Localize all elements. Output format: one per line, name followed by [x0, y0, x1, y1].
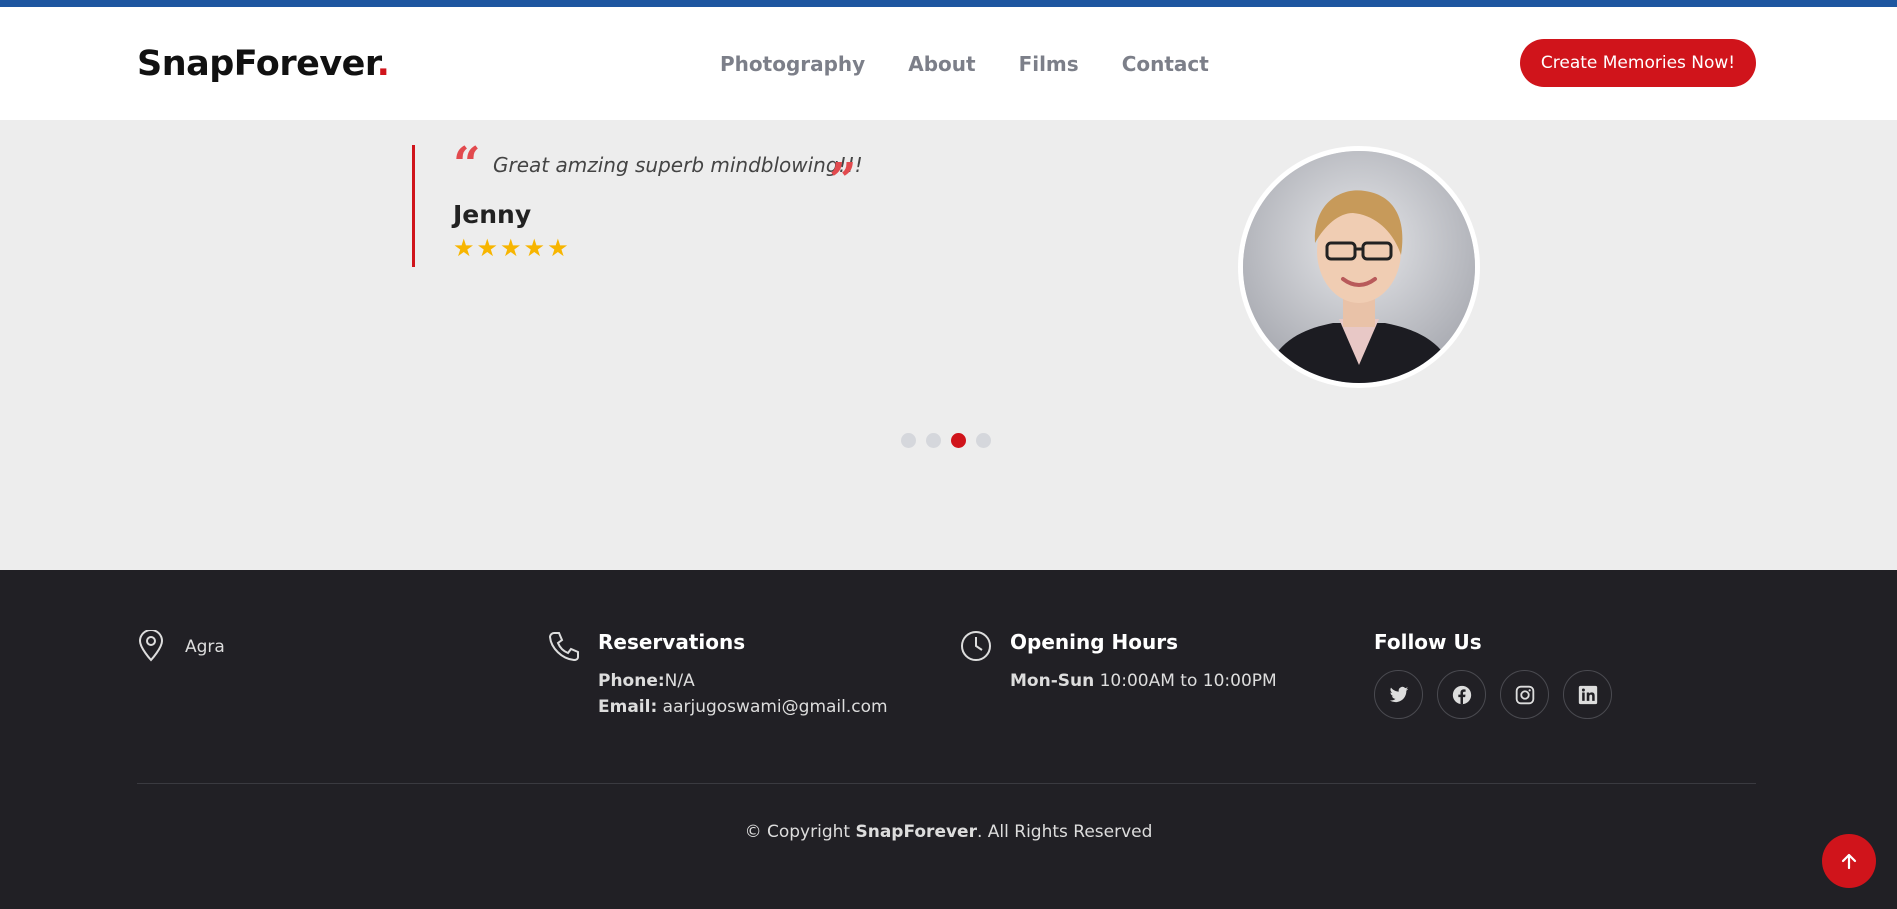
hours-line: Mon-Sun 10:00AM to 10:00PM [1010, 668, 1277, 694]
testimonial-slider: “ Great amzing superb mindblowing!!! ” J… [0, 120, 1897, 570]
slider-dots [901, 433, 991, 448]
nav-contact[interactable]: Contact [1122, 52, 1209, 76]
hours-heading: Opening Hours [1010, 630, 1178, 654]
star-icon: ★ [547, 235, 569, 262]
copyright-brand: SnapForever [855, 822, 977, 842]
testimonial-card: “ Great amzing superb mindblowing!!! ” J… [412, 141, 863, 267]
testimonial-avatar [1238, 146, 1480, 388]
facebook-icon[interactable] [1437, 670, 1486, 719]
star-icon: ★ [523, 235, 546, 262]
slider-dot[interactable] [976, 433, 991, 448]
site-footer: Agra Reservations Phone:N/A Email: aarju… [0, 570, 1897, 909]
copyright-prefix: © Copyright [744, 822, 851, 842]
create-memories-button[interactable]: Create Memories Now! [1520, 39, 1756, 87]
top-accent-bar [0, 0, 1897, 7]
reservations-heading: Reservations [598, 630, 746, 654]
phone-icon [548, 632, 579, 662]
footer-divider [137, 783, 1756, 784]
star-rating: ★ ★ ★ ★ ★ [453, 237, 569, 261]
star-icon: ★ [453, 235, 475, 262]
follow-heading: Follow Us [1374, 630, 1482, 654]
email-label: Email: [598, 697, 658, 717]
slider-dot-active[interactable] [951, 433, 966, 448]
testimonial-name: Jenny [453, 200, 532, 229]
clock-icon [961, 631, 991, 661]
hours-time: 10:00AM to 10:00PM [1099, 671, 1277, 691]
hours-days: Mon-Sun [1010, 671, 1095, 691]
email-line: Email: aarjugoswami@gmail.com [598, 694, 888, 720]
copyright: © Copyright SnapForever. All Rights Rese… [0, 822, 1897, 842]
phone-line: Phone:N/A [598, 668, 888, 694]
social-links [1374, 670, 1612, 719]
site-header: SnapForever. Photography About Films Con… [0, 7, 1897, 120]
arrow-up-icon [1841, 853, 1857, 870]
quote-close-icon: ” [829, 153, 857, 209]
star-icon: ★ [500, 235, 522, 262]
slider-dot[interactable] [926, 433, 941, 448]
site-logo[interactable]: SnapForever. [137, 44, 390, 84]
slider-dot[interactable] [901, 433, 916, 448]
testimonial-quote: Great amzing superb mindblowing!!! [493, 153, 863, 177]
twitter-icon[interactable] [1374, 670, 1423, 719]
quote-open-icon: “ [453, 137, 481, 193]
map-pin-icon [138, 630, 164, 662]
nav-films[interactable]: Films [1019, 52, 1079, 76]
copyright-suffix: . All Rights Reserved [976, 822, 1153, 842]
star-icon: ★ [476, 235, 499, 262]
instagram-icon[interactable] [1500, 670, 1549, 719]
scroll-to-top-button[interactable] [1822, 834, 1876, 888]
logo-dot: . [376, 44, 390, 84]
nav-about[interactable]: About [908, 52, 975, 76]
logo-text: SnapForever [137, 44, 377, 84]
email-value[interactable]: aarjugoswami@gmail.com [663, 697, 888, 717]
location-text: Agra [185, 637, 225, 657]
phone-label: Phone: [598, 671, 665, 691]
main-nav: Photography About Films Contact [720, 52, 1209, 76]
footer-follow: Follow Us [1374, 630, 1612, 719]
phone-value: N/A [664, 671, 695, 691]
linkedin-icon[interactable] [1563, 670, 1612, 719]
nav-photography[interactable]: Photography [720, 52, 865, 76]
